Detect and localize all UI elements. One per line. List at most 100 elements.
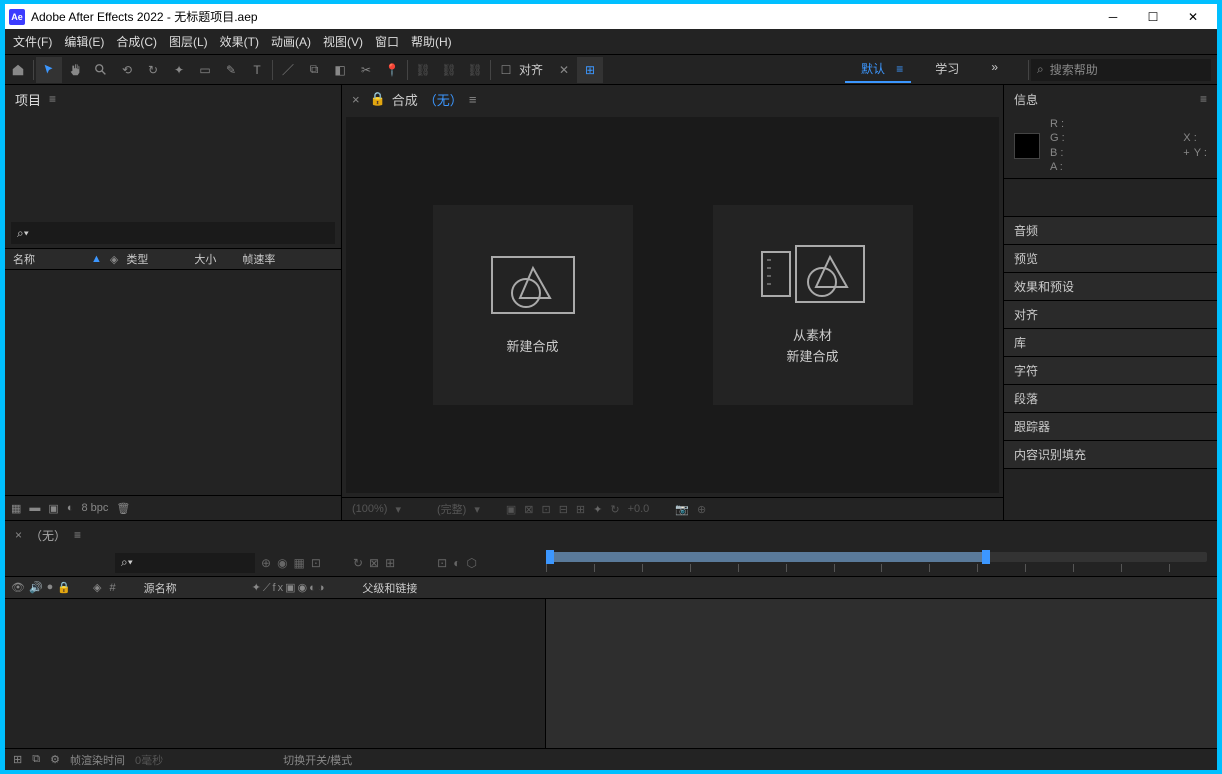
foot-icon[interactable]: ⊞ — [576, 503, 585, 516]
menu-effect[interactable]: 效果(T) — [220, 33, 259, 50]
timeline-btn-icon[interactable]: ⊡ — [311, 556, 321, 570]
panel-tracker[interactable]: 跟踪器 — [1004, 413, 1217, 441]
solo-icon[interactable]: ● — [47, 581, 54, 594]
text-tool-icon[interactable]: T — [244, 57, 270, 83]
close-tab-icon[interactable]: × — [352, 92, 360, 107]
col-name[interactable]: 名称 — [13, 251, 83, 267]
new-comp-tile[interactable]: 新建合成 — [433, 205, 633, 405]
new-comp-from-footage-tile[interactable]: 从素材新建合成 — [713, 205, 913, 405]
panel-character[interactable]: 字符 — [1004, 357, 1217, 385]
speaker-icon[interactable]: 🔊 — [29, 581, 43, 594]
timeline-btn-icon[interactable]: ▦ — [294, 556, 305, 570]
help-search-input[interactable]: ⌕ 搜索帮助 — [1031, 59, 1211, 81]
title-bar[interactable]: Ae Adobe After Effects 2022 - 无标题项目.aep … — [5, 4, 1217, 29]
maximize-button[interactable]: ☐ — [1133, 4, 1173, 29]
foot-icon[interactable]: ✦ — [593, 503, 602, 516]
snap-checkbox[interactable]: ☐ — [493, 57, 519, 83]
timeline-btn-icon[interactable]: ⊞ — [385, 556, 395, 570]
local-axis-icon[interactable]: ⛓ — [410, 57, 436, 83]
timeline-tab[interactable]: × （无） ≡ — [5, 521, 1217, 549]
tag-icon[interactable]: ◈ — [110, 253, 118, 266]
menu-help[interactable]: 帮助(H) — [411, 33, 452, 50]
project-search-input[interactable]: ⌕▾ — [11, 222, 335, 244]
panel-content-aware[interactable]: 内容识别填充 — [1004, 441, 1217, 469]
menu-view[interactable]: 视图(V) — [323, 33, 363, 50]
timeline-ruler[interactable] — [546, 549, 1217, 576]
home-tool-icon[interactable] — [5, 57, 31, 83]
panel-effects[interactable]: 效果和预设 — [1004, 273, 1217, 301]
timeline-search-input[interactable]: ⌕▾ — [115, 553, 255, 573]
menu-animation[interactable]: 动画(A) — [271, 33, 311, 50]
timeline-btn-icon[interactable]: ◐ — [453, 556, 460, 570]
panel-preview[interactable]: 预览 — [1004, 245, 1217, 273]
brush-tool-icon[interactable]: ／ — [275, 57, 301, 83]
project-tab[interactable]: 项目 ≡ — [5, 85, 341, 113]
toggle-switches[interactable]: 切换开关/模式 — [283, 752, 352, 768]
label-icon[interactable]: ◈ — [93, 581, 101, 594]
comp-tab[interactable]: × 🔒 合成 （无） ≡ — [342, 85, 1003, 113]
lock-icon[interactable]: 🔒 — [57, 581, 71, 594]
work-area-end[interactable] — [982, 550, 990, 564]
roto-tool-icon[interactable]: ✂ — [353, 57, 379, 83]
eraser-tool-icon[interactable]: ◧ — [327, 57, 353, 83]
menu-edit[interactable]: 编辑(E) — [64, 33, 104, 50]
col-size[interactable]: 大小 — [194, 251, 234, 267]
sort-icon[interactable]: ▲ — [91, 253, 102, 265]
foot-icon[interactable]: ⊠ — [524, 503, 533, 516]
comp-icon[interactable]: ▣ — [48, 502, 58, 515]
col-fps[interactable]: 帧速率 — [242, 251, 275, 267]
timeline-btn-icon[interactable]: ⊡ — [437, 556, 447, 570]
menu-file[interactable]: 文件(F) — [13, 33, 52, 50]
col-type[interactable]: 类型 — [126, 251, 186, 267]
menu-layer[interactable]: 图层(L) — [169, 33, 208, 50]
camera-icon[interactable]: 📷 — [675, 503, 689, 516]
timeline-btn-icon[interactable]: ↻ — [353, 556, 363, 570]
rect-tool-icon[interactable]: ▭ — [192, 57, 218, 83]
index-col[interactable]: # — [110, 582, 116, 594]
pen-tool-icon[interactable]: ✎ — [218, 57, 244, 83]
rotate-tool-icon[interactable]: ↻ — [140, 57, 166, 83]
bpc-toggle[interactable]: 8 bpc — [81, 502, 108, 514]
lock-icon[interactable]: 🔒 — [370, 91, 386, 107]
foot-icon[interactable]: ⊟ — [559, 503, 568, 516]
mask-tool-icon[interactable]: ✕ — [551, 57, 577, 83]
panel-library[interactable]: 库 — [1004, 329, 1217, 357]
panel-align[interactable]: 对齐 — [1004, 301, 1217, 329]
snapshot-icon[interactable]: ⊕ — [697, 503, 706, 516]
grid-tool-icon[interactable]: ⊞ — [577, 57, 603, 83]
source-name-col[interactable]: 源名称 — [144, 580, 244, 596]
panel-menu-icon[interactable]: ≡ — [74, 528, 81, 542]
menu-window[interactable]: 窗口 — [375, 33, 399, 50]
project-list[interactable] — [5, 270, 341, 495]
folder-icon[interactable]: ▬ — [29, 502, 40, 514]
minimize-button[interactable]: ─ — [1093, 4, 1133, 29]
panel-audio[interactable]: 音频 — [1004, 217, 1217, 245]
selection-tool-icon[interactable] — [36, 57, 62, 83]
trash-icon[interactable]: 🗑 — [116, 502, 130, 515]
hand-tool-icon[interactable] — [62, 57, 88, 83]
adjust-icon[interactable]: ◐ — [67, 502, 74, 514]
foot-icon[interactable]: ↻ — [610, 503, 619, 516]
resolution[interactable]: (完整) — [437, 501, 466, 517]
close-button[interactable]: ✕ — [1173, 4, 1213, 29]
parent-col[interactable]: 父级和链接 — [362, 580, 417, 596]
close-tab-icon[interactable]: × — [15, 528, 22, 542]
work-area-start[interactable] — [546, 550, 554, 564]
puppet-tool-icon[interactable]: 📍 — [379, 57, 405, 83]
timeline-btn-icon[interactable]: ◉ — [277, 556, 287, 570]
workspace-learn[interactable]: 学习 — [927, 56, 967, 83]
panel-menu-icon[interactable]: ≡ — [1200, 92, 1207, 106]
interpret-icon[interactable]: ▦ — [11, 502, 21, 515]
info-tab[interactable]: 信息 ≡ — [1004, 85, 1217, 113]
orbit-tool-icon[interactable]: ⟲ — [114, 57, 140, 83]
foot-icon[interactable]: ⊞ — [13, 753, 22, 766]
timeline-btn-icon[interactable]: ⊠ — [369, 556, 379, 570]
layer-list[interactable] — [5, 599, 546, 748]
timeline-tracks[interactable] — [546, 599, 1217, 748]
eye-icon[interactable]: 👁 — [11, 581, 25, 594]
workspace-default[interactable]: 默认 ≡ — [845, 56, 911, 83]
panel-paragraph[interactable]: 段落 — [1004, 385, 1217, 413]
work-area[interactable] — [546, 552, 986, 562]
anchor-tool-icon[interactable]: ✦ — [166, 57, 192, 83]
foot-icon[interactable]: ⧉ — [32, 753, 40, 766]
